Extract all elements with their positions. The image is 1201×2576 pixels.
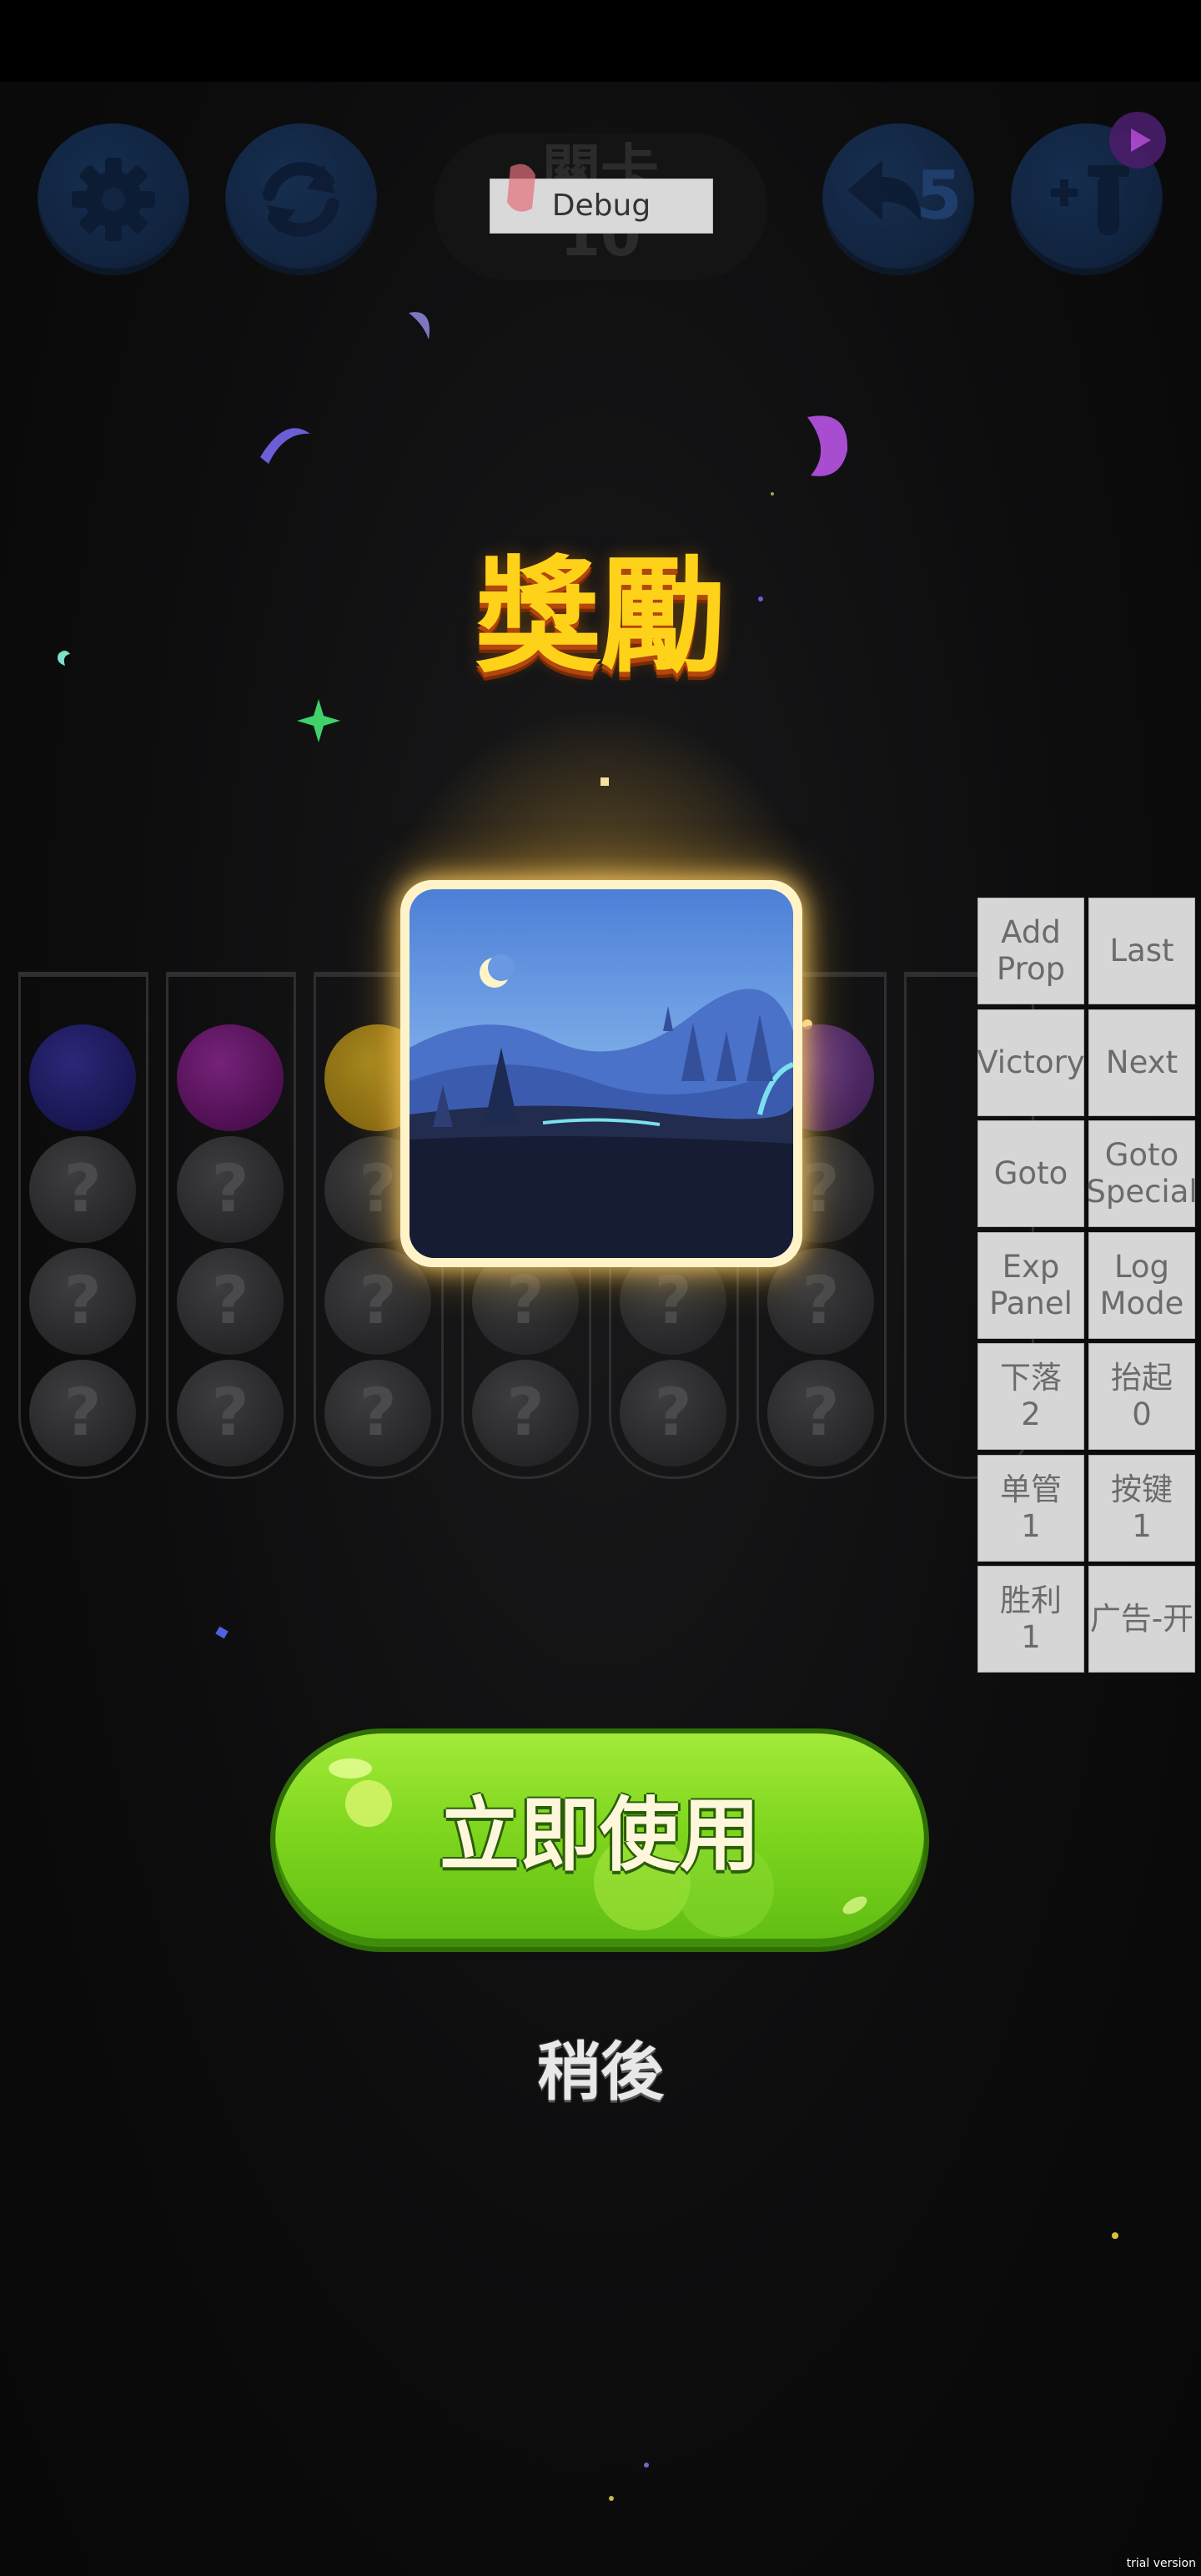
ball-blue	[29, 1024, 136, 1131]
question-mark-icon: ?	[63, 1264, 102, 1339]
question-mark-icon: ?	[359, 1264, 397, 1339]
question-mark-icon: ?	[359, 1376, 397, 1451]
debug-button-4[interactable]: Goto	[977, 1120, 1084, 1227]
reward-title: 獎勵	[475, 545, 726, 690]
hidden-ball: ?	[177, 1136, 284, 1243]
hidden-ball: ?	[324, 1360, 431, 1467]
debug-button-2[interactable]: Victory	[977, 1009, 1085, 1116]
debug-button-11[interactable]: 按键 1	[1088, 1455, 1195, 1562]
debug-button-5[interactable]: Goto Special	[1086, 1120, 1198, 1227]
question-mark-icon: ?	[211, 1152, 249, 1227]
use-now-label: 立即使用	[440, 1789, 760, 1882]
debug-button-1[interactable]: Last	[1088, 898, 1195, 1004]
trial-watermark: trial version	[1126, 2557, 1196, 2570]
question-mark-icon: ?	[506, 1376, 545, 1451]
question-mark-icon: ?	[211, 1376, 249, 1451]
hidden-ball: ?	[29, 1248, 136, 1355]
question-mark-icon: ?	[654, 1376, 692, 1451]
debug-button-8[interactable]: 下落 2	[977, 1343, 1084, 1450]
debug-button-9[interactable]: 抬起 0	[1088, 1343, 1195, 1450]
hidden-ball: ?	[620, 1360, 726, 1467]
hidden-ball: ?	[324, 1248, 431, 1355]
debug-button-13[interactable]: 广告-开	[1088, 1566, 1195, 1673]
debug-button-0[interactable]: Add Prop	[977, 898, 1084, 1004]
debug-button-12[interactable]: 胜利 1	[977, 1566, 1084, 1673]
debug-button-6[interactable]: Exp Panel	[977, 1232, 1084, 1339]
debug-button-7[interactable]: Log Mode	[1088, 1232, 1195, 1339]
night-landscape-image	[410, 889, 793, 1258]
hidden-ball: ?	[177, 1360, 284, 1467]
question-mark-icon: ?	[211, 1264, 249, 1339]
hidden-ball: ?	[177, 1248, 284, 1355]
hidden-ball: ?	[472, 1360, 579, 1467]
question-mark-icon: ?	[63, 1152, 102, 1227]
later-button[interactable]: 稍後	[0, 2032, 1201, 2112]
debug-button-10[interactable]: 单管 1	[977, 1455, 1084, 1562]
question-mark-icon: ?	[63, 1376, 102, 1451]
question-mark-icon: ?	[802, 1376, 840, 1451]
ball-purple	[177, 1024, 284, 1131]
hidden-ball: ?	[29, 1360, 136, 1467]
reward-card-image	[410, 889, 793, 1258]
hidden-ball: ?	[767, 1360, 874, 1467]
hidden-ball: ?	[29, 1136, 136, 1243]
debug-button-3[interactable]: Next	[1088, 1009, 1195, 1116]
